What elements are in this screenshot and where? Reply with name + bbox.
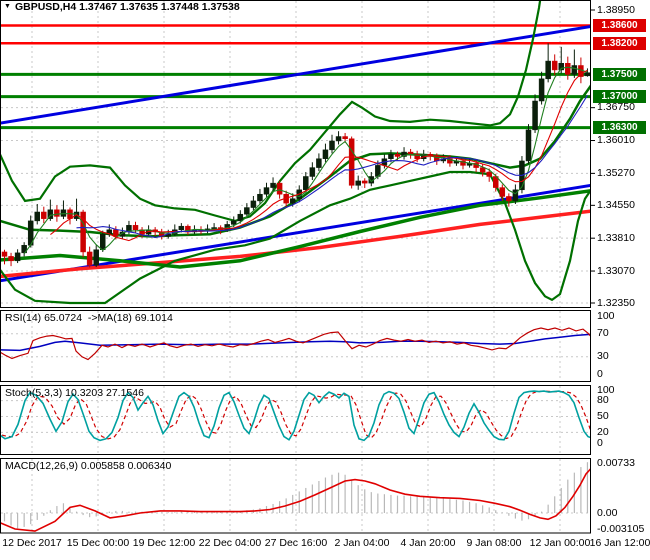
candle-body <box>54 209 60 217</box>
candle-body <box>257 193 263 202</box>
candle-body <box>545 60 551 80</box>
candle-body <box>8 256 14 262</box>
candle-body <box>41 211 47 219</box>
candle-body <box>532 100 538 131</box>
candle-body <box>244 207 250 215</box>
candle-body <box>100 233 106 250</box>
candle-body <box>263 187 270 195</box>
chart-canvas[interactable] <box>0 0 650 560</box>
candle-body <box>499 187 506 197</box>
candle-body <box>486 171 492 177</box>
candle-body <box>289 198 296 204</box>
candle-body <box>270 182 276 188</box>
candle-body <box>60 209 67 217</box>
candle-body <box>584 72 590 77</box>
candle-body <box>231 220 237 225</box>
stoch-indicator-label: Stoch(5,3,3) 10.3203 27.1546 <box>5 387 144 399</box>
candle-body <box>565 63 571 75</box>
candle-body <box>1 251 8 257</box>
symbol-ohlc-text: GBPUSD,H4 1.37467 1.37635 1.37448 1.3753… <box>14 1 240 13</box>
candle-body <box>303 176 309 191</box>
candle-body <box>276 182 283 195</box>
candle-body <box>86 251 93 266</box>
candle-body <box>355 180 361 186</box>
symbol-title: ▼ GBPUSD,H4 1.37467 1.37635 1.37448 1.37… <box>4 1 240 13</box>
candle-body <box>342 136 348 139</box>
candle-body <box>551 60 558 71</box>
candle-body <box>132 225 139 231</box>
candle-body <box>571 65 578 75</box>
candle-body <box>362 180 368 184</box>
candle-body <box>538 78 545 102</box>
candle-body <box>309 167 316 177</box>
candle-body <box>394 154 401 157</box>
candle-body <box>525 129 532 162</box>
macd-indicator-label: MACD(12,26,9) 0.005858 0.006340 <box>5 460 172 472</box>
candle-body <box>316 158 322 168</box>
mt4-chart-window: 1.38950 1.36750 1.36010 1.35270 1.34550 1.338… <box>0 0 650 560</box>
candle-body <box>250 200 257 208</box>
candle-body <box>506 196 512 202</box>
candle-body <box>322 149 329 159</box>
candle-body <box>388 154 394 159</box>
symbol-dropdown-icon[interactable]: ▼ <box>4 2 11 12</box>
candle-body <box>178 225 185 231</box>
candle-body <box>14 252 21 262</box>
candle-body <box>34 211 40 222</box>
candle-body <box>93 249 99 266</box>
candle-body <box>237 213 244 222</box>
candle-body <box>335 136 342 142</box>
candle-body <box>113 229 119 237</box>
candle-body <box>348 138 355 186</box>
candle-body <box>329 140 335 151</box>
rsi-indicator-label: RSI(14) 65.0724 ->MA(18) 69.1014 <box>5 312 173 324</box>
